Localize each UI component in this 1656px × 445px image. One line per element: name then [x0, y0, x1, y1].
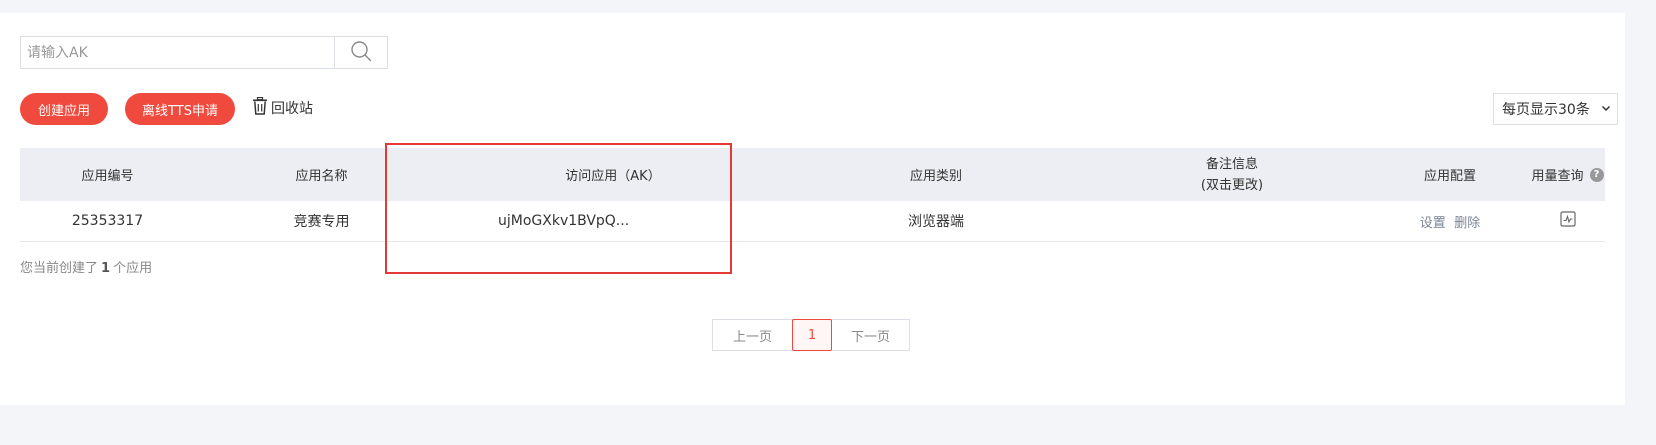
page-size-value: 每页显示30条: [1502, 102, 1590, 118]
prev-page-button[interactable]: 上一页: [713, 320, 792, 350]
chart-icon[interactable]: [1559, 211, 1576, 227]
summary-count: 1: [101, 261, 111, 276]
create-app-button[interactable]: 创建应用: [20, 93, 108, 125]
cell-ak[interactable]: ujMoGXkv1BVpQ...: [448, 213, 778, 229]
cell-app-type: 浏览器端: [908, 214, 964, 230]
help-icon[interactable]: ?: [1589, 167, 1604, 182]
header-remark-title: 备注信息: [1205, 156, 1258, 172]
header-app-config: 应用配置: [1423, 169, 1476, 184]
table-header: 应用编号 应用名称 访问应用（AK） 应用类别 备注信息 (双击更改) 应用配置…: [20, 148, 1605, 201]
page-1-button[interactable]: 1: [792, 319, 832, 351]
page-size-select[interactable]: 每页显示30条: [1493, 93, 1618, 125]
cell-app-id: 25353317: [71, 213, 144, 229]
header-ak: 访问应用（AK）: [565, 169, 661, 184]
summary-suffix: 个应用: [113, 261, 153, 276]
table-row: 25353317 竞赛专用 ujMoGXkv1BVpQ... 浏览器端 设置 删…: [20, 201, 1605, 242]
header-usage-label: 用量查询: [1531, 169, 1584, 184]
header-app-type: 应用类别: [909, 169, 962, 184]
cell-app-name: 竞赛专用: [293, 214, 350, 230]
search-box: [20, 36, 388, 69]
summary-prefix: 您当前创建了: [20, 261, 99, 276]
cell-config: 设置 删除: [1370, 212, 1530, 231]
apps-table: 应用编号 应用名称 访问应用（AK） 应用类别 备注信息 (双击更改) 应用配置…: [20, 148, 1605, 242]
settings-link[interactable]: 设置: [1420, 216, 1446, 231]
header-usage: 用量查询 ?: [1530, 165, 1605, 184]
header-app-id: 应用编号: [81, 169, 134, 184]
offline-tts-apply-button[interactable]: 离线TTS申请: [125, 93, 235, 125]
recycle-bin-link[interactable]: 回收站: [252, 96, 313, 119]
pagination: 上一页 1 下一页: [712, 319, 910, 351]
cell-usage: [1530, 211, 1605, 231]
next-page-button[interactable]: 下一页: [832, 320, 909, 350]
recycle-bin-label: 回收站: [271, 101, 313, 117]
search-button[interactable]: [334, 37, 387, 68]
chevron-down-icon: [1601, 101, 1611, 117]
header-remark-hint: (双击更改): [1200, 177, 1264, 193]
delete-link[interactable]: 删除: [1454, 216, 1480, 231]
header-remark: 备注信息 (双击更改): [1094, 154, 1370, 196]
search-input[interactable]: [21, 37, 334, 68]
app-count-summary: 您当前创建了 1 个应用: [20, 257, 152, 276]
search-icon: [350, 40, 372, 66]
header-app-name: 应用名称: [295, 169, 348, 184]
trash-icon: [252, 96, 268, 119]
